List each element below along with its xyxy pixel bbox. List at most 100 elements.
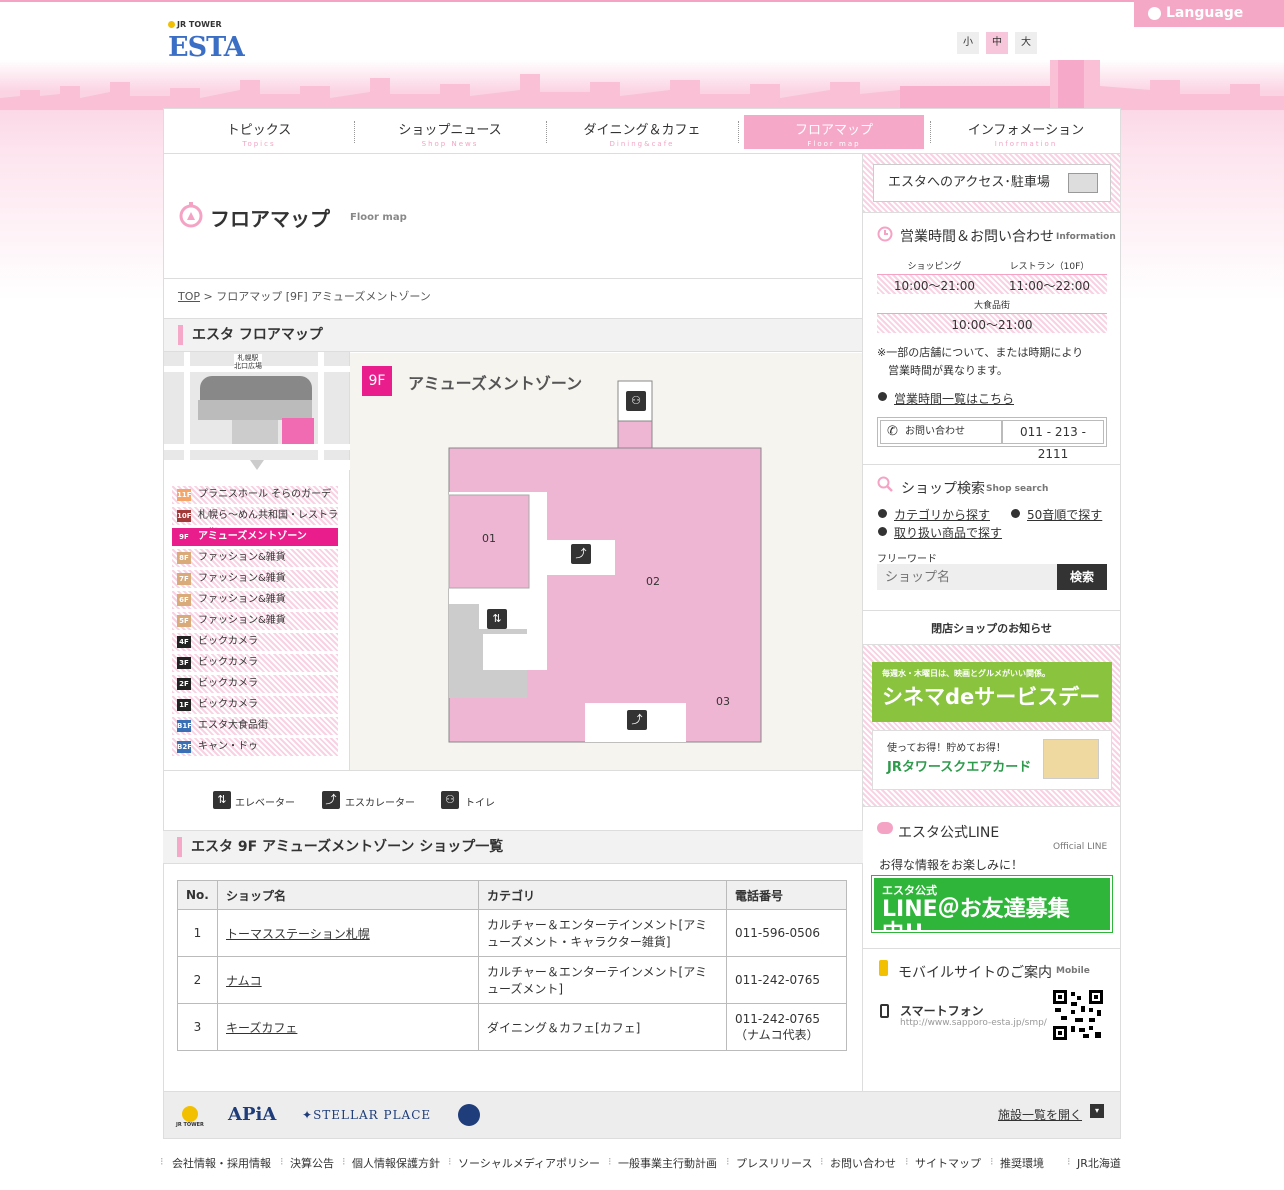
floor-code-badge: 9F <box>177 531 191 543</box>
category-link[interactable]: カテゴリから探す <box>894 506 990 523</box>
esta-logo[interactable]: ESTA <box>168 32 245 63</box>
bullet-icon <box>878 527 887 536</box>
floor-map-area: 9F アミューズメントゾーン 01 02 03 ⚇ ⤴ ⇅ ⤴ <box>350 353 862 770</box>
bullet-icon <box>878 509 887 518</box>
restaurant-hours: 11:00～22:00 <box>1008 279 1091 293</box>
footer-link[interactable]: 一般事業主行動計画 <box>618 1155 717 1171</box>
map-label-02[interactable]: 02 <box>646 575 660 588</box>
goods-link[interactable]: 取り扱い商品で探す <box>894 524 1002 541</box>
cinema-banner[interactable]: 毎週水・木曜日は、映画とグルメがいい関係。 シネマdeサービスデー <box>872 662 1112 722</box>
footer-separator: ⁝ <box>905 1155 909 1168</box>
mobile-url[interactable]: http://www.sapporo-esta.jp/smp/ <box>900 1018 1047 1028</box>
escalator-icon: ⤴ <box>571 544 591 564</box>
floor-item-6f[interactable]: 6F ファッション&雑貨 <box>172 591 338 609</box>
stellar-place-logo[interactable]: ✦STELLAR PLACE <box>302 1108 431 1122</box>
global-nav: トピックス Topics ショップニュース Shop News ダイニング＆カフェ D… <box>163 108 1121 154</box>
floor-item-8f[interactable]: 8F ファッション&雑貨 <box>172 549 338 567</box>
smartphone-label: スマートフォン <box>900 1004 984 1018</box>
floor-code-badge: 11F <box>177 489 192 501</box>
floor-item-2f[interactable]: 2F ビックカメラ <box>172 675 338 693</box>
hours-title: 営業時間＆お問い合わせ <box>900 229 1054 245</box>
footer-link[interactable]: お問い合わせ <box>830 1155 896 1171</box>
floor-item-7f[interactable]: 7F ファッション&雑貨 <box>172 570 338 588</box>
nav-floor-map[interactable]: フロアマップ Floor map <box>744 115 924 149</box>
compass-icon <box>179 202 203 228</box>
line-banner[interactable]: エスタ公式 LINE＠お友達募集中!! <box>871 875 1113 946</box>
footer-separator: ⁝ <box>608 1155 612 1168</box>
cell-shop: ナムコ <box>217 956 479 1004</box>
floor-map-heading: エスタ フロアマップ <box>164 318 862 352</box>
clock-icon <box>877 226 893 242</box>
nav-information[interactable]: インフォメーション Information <box>931 115 1121 149</box>
search-input[interactable] <box>877 564 1057 590</box>
floor-item-11f[interactable]: 11Fプラニスホール そらのガーデン <box>172 486 338 518</box>
font-size-large[interactable]: 大 <box>1015 32 1037 54</box>
floor-item-label: アミューズメントゾーン <box>198 531 307 542</box>
nav-topics[interactable]: トピックス Topics <box>164 115 354 149</box>
floor-code-badge: 10F <box>177 510 192 522</box>
hours-title-en: Information <box>1056 232 1116 242</box>
mobile-title-en: Mobile <box>1056 966 1090 976</box>
shop-link[interactable]: ナムコ <box>226 974 262 988</box>
search-icon <box>877 476 893 492</box>
footer-link[interactable]: 推奨環境 <box>1000 1155 1044 1171</box>
esta-circle-logo[interactable] <box>458 1104 480 1126</box>
font-size-medium[interactable]: 中 <box>986 32 1008 54</box>
hours-link[interactable]: 営業時間一覧はこちら <box>894 390 1014 407</box>
nav-shop-news[interactable]: ショップニュース Shop News <box>355 115 545 149</box>
floor-item-1f[interactable]: 1F ビックカメラ <box>172 696 338 714</box>
access-button[interactable]: エスタへのアクセス･駐車場 <box>873 164 1111 202</box>
table-row: 1 トーマスステーション札幌 カルチャー＆エンターテインメント[アミューズメント・キ… <box>177 909 847 957</box>
breadcrumb-top-link[interactable]: TOP <box>178 290 200 303</box>
floor-item-4f[interactable]: 4F ビックカメラ <box>172 633 338 651</box>
apia-logo[interactable]: APiA <box>228 1104 276 1125</box>
food-label: 大食品街 <box>973 301 1010 311</box>
shopping-hours: 10:00～21:00 <box>893 279 976 293</box>
freeword-label: フリーワード <box>877 554 937 565</box>
footer-separator: ⁝ <box>820 1155 824 1168</box>
floor-item-10f[interactable]: 10F札幌ら～めん共和国・レストラン街 <box>172 507 338 539</box>
shop-list-heading: エスタ 9F アミューズメントゾーン ショップ一覧 <box>163 830 863 864</box>
jr-tower-logo[interactable]: JR TOWER <box>176 1122 204 1128</box>
floor-item-5f[interactable]: 5F ファッション&雑貨 <box>172 612 338 630</box>
legend-elevator: エレベーター <box>235 798 295 809</box>
floor-code-badge: 5F <box>177 615 191 627</box>
kana-link[interactable]: 50音順で探す <box>1027 506 1102 523</box>
floor-item-b1f[interactable]: B1F エスタ大食品街 <box>172 717 338 735</box>
footer-link[interactable]: 個人情報保護方針 <box>352 1155 440 1171</box>
footer-link[interactable]: 決算公告 <box>290 1155 334 1171</box>
footer-link[interactable]: プレスリリース <box>736 1155 812 1171</box>
facilities-link[interactable]: 施設一覧を開く <box>998 1106 1082 1123</box>
cell-no: 3 <box>177 1003 218 1051</box>
shopping-label: ショッピング <box>907 262 962 272</box>
nav-dining[interactable]: ダイニング＆カフェ Dining&cafe <box>547 115 737 149</box>
font-size-small[interactable]: 小 <box>957 32 979 54</box>
shop-table: No. ショップ名 カテゴリ 電話番号 1 トーマスステーション札幌 カルチャー＆エ… <box>177 880 847 1051</box>
chevron-down-icon[interactable]: ▾ <box>1090 1104 1104 1118</box>
footer-link[interactable]: ソーシャルメディアポリシー <box>458 1155 600 1171</box>
footer-separator: ⁝ <box>990 1155 994 1168</box>
floor-item-3f[interactable]: 3F ビックカメラ <box>172 654 338 672</box>
footer-facilities: JR TOWER APiA ✦STELLAR PLACE 施設一覧を開く ▾ <box>163 1091 1121 1139</box>
footer-separator: ⁝ <box>726 1155 730 1168</box>
closing-shops-link[interactable]: 閉店ショップのお知らせ <box>863 620 1120 636</box>
col-shop: ショップ名 <box>217 880 479 910</box>
shop-link[interactable]: トーマスステーション札幌 <box>226 927 370 941</box>
floor-item-b2f[interactable]: B2F キャン・ドゥ <box>172 738 338 756</box>
shop-link[interactable]: キーズカフェ <box>226 1021 297 1035</box>
search-button[interactable]: 検索 <box>1057 564 1107 590</box>
language-button[interactable]: Language <box>1134 0 1284 27</box>
jr-tower-logo-icon <box>182 1106 198 1122</box>
footer-separator: ⁝ <box>1067 1155 1071 1168</box>
map-label-01[interactable]: 01 <box>482 532 496 545</box>
card-banner[interactable]: 使ってお得！貯めてお得！ JRタワースクエアカード <box>872 730 1112 790</box>
map-label-03[interactable]: 03 <box>716 695 730 708</box>
floor-item-label: ビックカメラ <box>198 678 258 689</box>
footer-link[interactable]: サイトマップ <box>915 1155 981 1171</box>
logo-sub: JR TOWER <box>168 20 222 29</box>
legend-escalator: エスカレーター <box>345 798 415 809</box>
floor-item-9f[interactable]: 9F アミューズメントゾーン <box>172 528 338 546</box>
footer-link[interactable]: JR北海道 <box>1077 1155 1121 1171</box>
footer-link[interactable]: 会社情報・採用情報 <box>172 1155 271 1171</box>
floor-item-label: ファッション&雑貨 <box>198 552 286 563</box>
